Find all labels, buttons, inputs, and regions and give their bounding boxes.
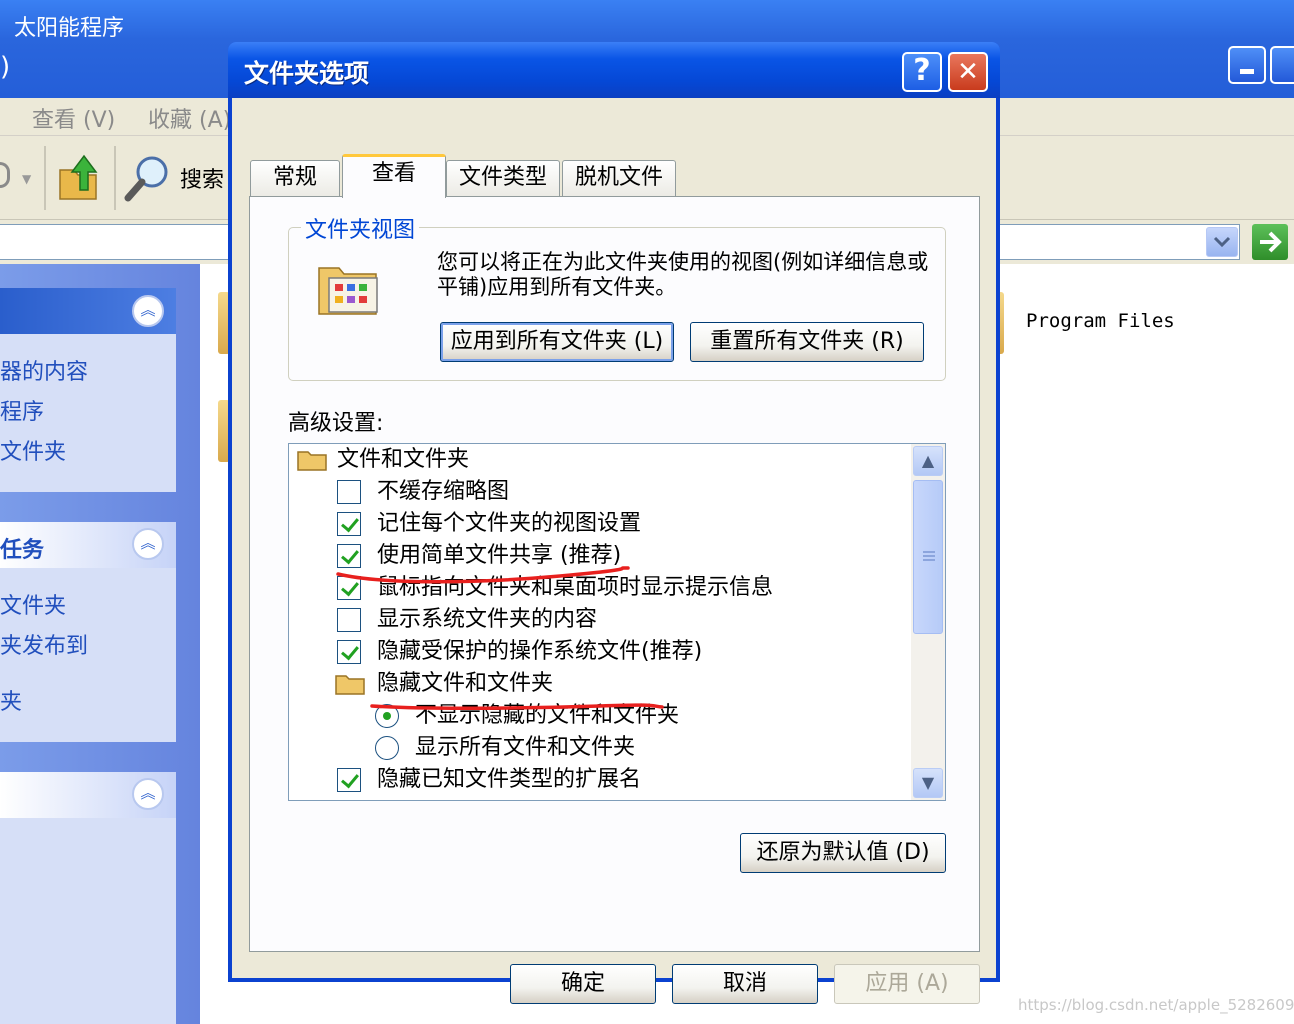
background-window-title-fragment: ) xyxy=(0,52,11,82)
checkbox[interactable] xyxy=(337,512,361,536)
restore-defaults-button[interactable]: 还原为默认值 (D) xyxy=(740,833,946,873)
menu-favorites[interactable]: 收藏 (A) xyxy=(148,102,231,134)
tab-view[interactable]: 查看 xyxy=(342,154,446,198)
task-pane: ︽ 器的内容 程序 文件夹 任务 ︽ 文件夹 夹发布到 夹 ︽ xyxy=(0,264,200,1024)
search-icon[interactable] xyxy=(124,154,174,204)
task-link[interactable]: 夹发布到 xyxy=(0,628,88,660)
task-link[interactable]: 程序 xyxy=(0,394,44,426)
tree-item-label: 显示系统文件夹的内容 xyxy=(377,607,598,632)
chevron-up-icon: ▲ xyxy=(921,451,935,470)
task-group-body: 文件夹 夹发布到 夹 xyxy=(0,568,176,742)
tree-item-label: 隐藏文件和文件夹 xyxy=(377,671,554,696)
forward-dropdown-icon[interactable]: ▼ xyxy=(22,172,31,186)
help-icon: ? xyxy=(913,53,931,88)
reset-all-folders-button[interactable]: 重置所有文件夹 (R) xyxy=(690,322,924,362)
advanced-settings-label: 高级设置: xyxy=(288,411,384,436)
folder-view-icon xyxy=(318,267,378,315)
tab-offline-files[interactable]: 脱机文件 xyxy=(562,160,676,196)
help-button[interactable]: ? xyxy=(902,52,942,92)
ok-button[interactable]: 确定 xyxy=(510,964,656,1004)
tab-file-types[interactable]: 文件类型 xyxy=(446,160,560,196)
tree-item-label: 记住每个文件夹的视图设置 xyxy=(377,511,642,536)
task-link[interactable]: 文件夹 xyxy=(0,434,66,466)
task-group-body xyxy=(0,818,176,1024)
toolbar-divider xyxy=(114,146,116,210)
checkbox[interactable] xyxy=(337,544,361,568)
radio-button[interactable] xyxy=(375,736,399,760)
up-folder-icon[interactable] xyxy=(56,152,102,202)
task-group-title: 任务 xyxy=(0,538,45,563)
dialog-titlebar[interactable]: 文件夹选项 ? ✕ xyxy=(228,42,1000,98)
minimize-icon xyxy=(1240,69,1254,74)
chevron-down-icon xyxy=(1213,236,1231,248)
folder-views-description: 您可以将正在为此文件夹使用的视图(例如详细信息或平铺)应用到所有文件夹。 xyxy=(437,250,929,299)
view-tab-panel: 文件夹视图 您可以将正在为此文件夹使用的视图(例如详细信息或平铺)应用到所有文件… xyxy=(249,196,980,952)
collapse-icon[interactable]: ︽ xyxy=(132,778,164,810)
forward-icon[interactable] xyxy=(0,162,10,188)
close-icon: ✕ xyxy=(957,57,979,87)
task-link[interactable]: 夹 xyxy=(0,684,22,716)
folder-icon xyxy=(335,675,365,695)
advanced-settings-list[interactable]: 文件和文件夹 不缓存缩略图 记住每个文件夹的视图设置 使用简单文件共享 (推荐) xyxy=(288,443,946,801)
tree-item-label: 不显示隐藏的文件和文件夹 xyxy=(415,703,680,728)
tree-item-label: 文件和文件夹 xyxy=(337,447,470,472)
tree-item-label: 显示所有文件和文件夹 xyxy=(415,735,636,760)
tab-general[interactable]: 常规 xyxy=(250,160,340,196)
apply-to-all-folders-button[interactable]: 应用到所有文件夹 (L) xyxy=(440,322,674,362)
background-window-title: 太阳能程序 xyxy=(14,16,125,41)
checkbox[interactable] xyxy=(337,640,361,664)
close-button[interactable]: ✕ xyxy=(948,52,988,92)
toolbar-divider xyxy=(44,146,46,210)
checkbox[interactable] xyxy=(337,480,361,504)
checkbox[interactable] xyxy=(337,608,361,632)
grip-icon xyxy=(923,551,935,563)
go-arrow-icon xyxy=(1260,231,1282,253)
task-group-body: 器的内容 程序 文件夹 xyxy=(0,334,176,492)
task-link[interactable]: 器的内容 xyxy=(0,354,88,386)
folder-icon xyxy=(297,451,327,471)
menu-view[interactable]: 查看 (V) xyxy=(32,102,115,134)
apply-button[interactable]: 应用 (A) xyxy=(834,964,980,1004)
toolbar-search-label[interactable]: 搜索 xyxy=(180,162,224,194)
cancel-button[interactable]: 取消 xyxy=(672,964,818,1004)
folder-views-title: 文件夹视图 xyxy=(301,212,420,244)
scroll-up-button[interactable]: ▲ xyxy=(913,446,943,476)
tree-item-label: 隐藏已知文件类型的扩展名 xyxy=(377,767,642,792)
collapse-icon[interactable]: ︽ xyxy=(132,528,164,560)
chevron-down-icon: ▼ xyxy=(921,773,935,792)
folder-item-label[interactable]: Program Files xyxy=(1026,310,1175,332)
minimize-button[interactable] xyxy=(1228,46,1266,84)
tree-item-label: 使用简单文件共享 (推荐) xyxy=(377,543,622,568)
tree-item-label: 鼠标指向文件夹和桌面项时显示提示信息 xyxy=(377,575,774,600)
tree-item-label: 隐藏受保护的操作系统文件(推荐) xyxy=(377,639,703,664)
radio-button[interactable] xyxy=(375,704,399,728)
go-button[interactable] xyxy=(1252,224,1288,260)
tree-item-label: 不缓存缩略图 xyxy=(377,479,510,504)
watermark: https://blog.csdn.net/apple_52826096 xyxy=(1018,996,1294,1014)
dialog-body: 常规 查看 文件类型 脱机文件 文件夹视图 您可以将正在为此文件夹使用的视图(例… xyxy=(232,98,996,1004)
vertical-scrollbar[interactable]: ▲ ▼ xyxy=(911,444,945,800)
collapse-icon[interactable]: ︽ xyxy=(132,295,164,327)
dialog-title: 文件夹选项 xyxy=(244,59,370,88)
scroll-thumb[interactable] xyxy=(913,480,943,634)
task-link[interactable]: 文件夹 xyxy=(0,588,66,620)
folder-views-group: 文件夹视图 您可以将正在为此文件夹使用的视图(例如详细信息或平铺)应用到所有文件… xyxy=(288,212,946,381)
address-dropdown-button[interactable] xyxy=(1206,227,1238,257)
checkbox[interactable] xyxy=(337,576,361,600)
maximize-button[interactable] xyxy=(1270,46,1294,84)
folder-options-dialog: 文件夹选项 ? ✕ 常规 查看 文件类型 脱机文件 文件夹视图 您可以将正在为此… xyxy=(228,42,1000,1004)
scroll-down-button[interactable]: ▼ xyxy=(913,768,943,798)
checkbox[interactable] xyxy=(337,768,361,792)
